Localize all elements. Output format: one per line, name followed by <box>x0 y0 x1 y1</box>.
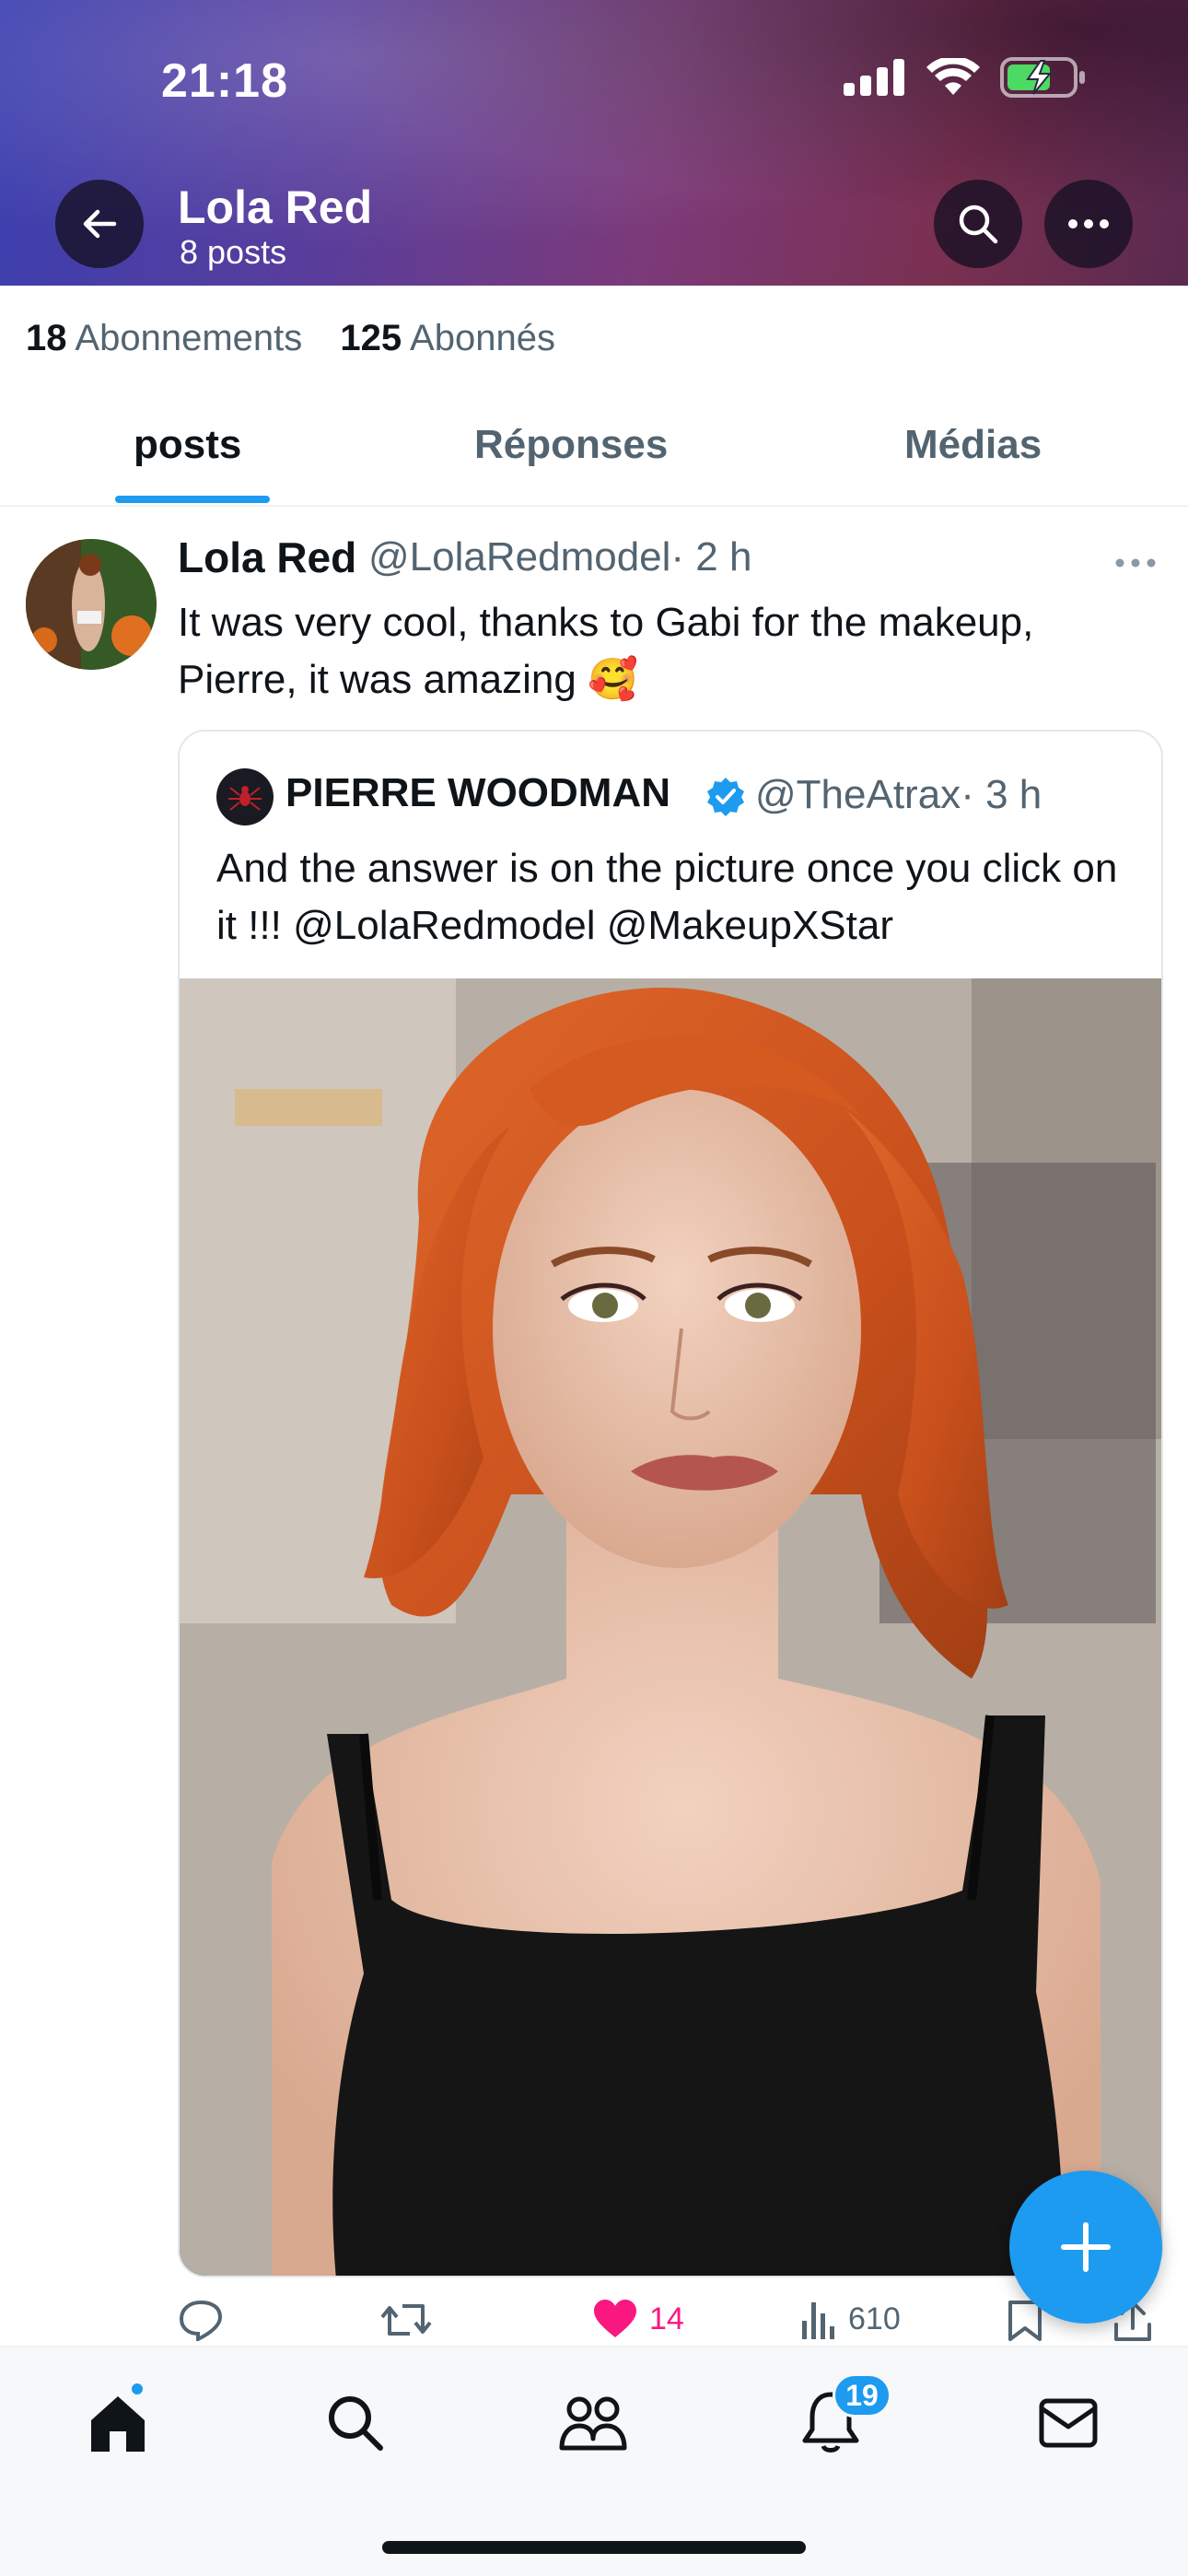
like-count: 14 <box>649 2301 684 2336</box>
active-tab-indicator <box>115 496 270 503</box>
back-button[interactable] <box>55 180 144 268</box>
followers-link[interactable]: 125 Abonnés <box>340 318 555 358</box>
search-button[interactable] <box>934 180 1022 268</box>
quoted-author-name: PIERRE WOODMAN <box>285 770 670 815</box>
quoted-time: · 3 h <box>961 772 1042 817</box>
repost-button[interactable] <box>380 2299 432 2341</box>
arrow-left-icon <box>83 209 117 239</box>
quoted-handle-text: @TheAtrax <box>755 772 961 817</box>
repost-icon <box>380 2304 432 2336</box>
tweet-more-button[interactable] <box>1114 533 1157 579</box>
nav-communities[interactable] <box>556 2386 630 2460</box>
quoted-text: And the answer is on the picture once yo… <box>216 846 1118 948</box>
status-icons <box>844 57 1087 98</box>
search-icon <box>329 2396 383 2451</box>
quoted-author-handle: @TheAtrax· 3 h <box>755 772 1042 818</box>
tweet-author-handle[interactable]: @LolaRedmodel· 2 h <box>368 534 751 580</box>
following-label: Abonnements <box>75 318 303 358</box>
nav-search[interactable] <box>319 2386 392 2460</box>
wifi-icon <box>926 58 980 95</box>
reply-button[interactable] <box>178 2299 224 2341</box>
ellipsis-icon <box>1115 558 1156 568</box>
plus-icon <box>1061 2222 1111 2272</box>
communities-icon <box>559 2396 627 2451</box>
notifications-badge: 19 <box>833 2373 891 2418</box>
tweet-text: It was very cool, thanks to Gabi for the… <box>178 600 1034 702</box>
avatar-photo <box>26 539 157 670</box>
quoted-photo[interactable] <box>180 978 1161 2276</box>
status-time: 21:18 <box>161 54 288 108</box>
spider-logo-icon <box>228 786 262 811</box>
quoted-tweet-card[interactable]: PIERRE WOODMAN @TheAtrax· 3 h And the an… <box>178 730 1163 2277</box>
tab-media[interactable]: Médias <box>904 422 1042 468</box>
signal-icon <box>844 59 904 96</box>
tweet-handle-text: @LolaRedmodel <box>368 534 671 580</box>
search-icon <box>959 205 998 244</box>
following-count: 18 <box>26 318 67 358</box>
more-options-button[interactable] <box>1044 180 1133 268</box>
reply-icon <box>179 2300 223 2341</box>
verified-badge-icon <box>705 776 747 823</box>
header-profile-name: Lola Red <box>178 181 373 233</box>
messages-icon <box>1039 2398 1098 2448</box>
nav-home[interactable] <box>81 2381 155 2460</box>
like-button[interactable]: 14 <box>592 2299 684 2339</box>
nav-messages[interactable] <box>1031 2386 1105 2460</box>
profile-header: 21:18 Lola Red 8 posts <box>0 0 1188 286</box>
quoted-avatar <box>216 768 274 825</box>
followers-count: 125 <box>340 318 402 358</box>
home-indicator <box>382 2541 806 2554</box>
home-unread-dot <box>129 2381 146 2397</box>
battery-charging-icon <box>1000 57 1085 98</box>
tweet-time: · 2 h <box>670 534 752 580</box>
views-button[interactable]: 610 <box>800 2299 901 2339</box>
profile-tabs: posts Réponses Médias <box>0 405 1188 507</box>
followers-label: Abonnés <box>410 318 555 358</box>
compose-button[interactable] <box>1009 2171 1162 2324</box>
tab-replies[interactable]: Réponses <box>474 422 668 468</box>
header-posts-count: 8 posts <box>180 233 287 271</box>
views-count: 610 <box>848 2301 901 2336</box>
nav-notifications[interactable]: 19 <box>794 2373 891 2460</box>
ellipsis-icon <box>1068 219 1109 228</box>
follow-counts: 18 Abonnements 125 Abonnés <box>26 318 583 359</box>
bar-chart-icon <box>802 2302 834 2339</box>
heart-filled-icon <box>594 2300 636 2337</box>
home-icon <box>91 2396 145 2452</box>
portrait-photo <box>180 978 1161 2276</box>
following-link[interactable]: 18 Abonnements <box>26 318 302 358</box>
tab-posts[interactable]: posts <box>134 422 241 468</box>
tweet-author-name[interactable]: Lola Red <box>178 533 356 582</box>
avatar[interactable] <box>26 539 157 670</box>
